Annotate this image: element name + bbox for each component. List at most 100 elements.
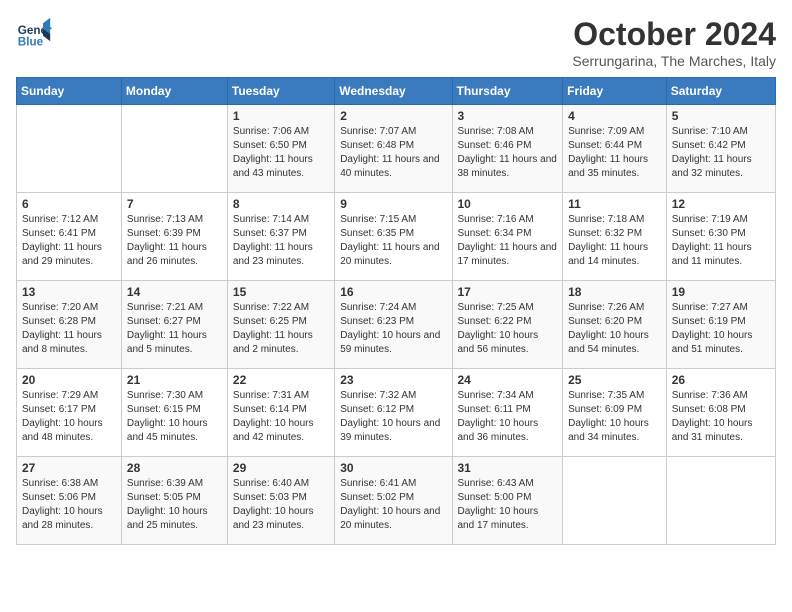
day-number: 3 (458, 109, 558, 123)
day-info: Sunrise: 7:13 AM Sunset: 6:39 PM Dayligh… (127, 213, 222, 269)
day-info: Sunrise: 7:25 AM Sunset: 6:22 PM Dayligh… (458, 301, 558, 357)
day-info: Sunrise: 7:06 AM Sunset: 6:50 PM Dayligh… (233, 125, 329, 181)
day-info: Sunrise: 6:40 AM Sunset: 5:03 PM Dayligh… (233, 477, 329, 533)
calendar-cell: 6Sunrise: 7:12 AM Sunset: 6:41 PM Daylig… (17, 193, 122, 281)
weekday-header-monday: Monday (121, 78, 227, 105)
page-header: General Blue October 2024 Serrungarina, … (16, 16, 776, 69)
day-number: 1 (233, 109, 329, 123)
day-number: 23 (340, 373, 446, 387)
calendar-cell: 17 Sunrise: 7:25 AM Sunset: 6:22 PM Dayli… (452, 281, 563, 369)
day-number: 9 (340, 197, 446, 211)
day-number: 21 (127, 373, 222, 387)
day-info: Sunrise: 7:27 AM Sunset: 6:19 PM Dayligh… (672, 301, 770, 357)
day-info: Sunrise: 6:43 AM Sunset: 5:00 PM Dayligh… (458, 477, 558, 533)
calendar-cell (563, 457, 667, 545)
day-info: Sunrise: 7:24 AM Sunset: 6:23 PM Dayligh… (340, 301, 446, 357)
day-number: 29 (233, 461, 329, 475)
day-info: Sunrise: 7:09 AM Sunset: 6:44 PM Dayligh… (568, 125, 661, 181)
day-number: 31 (458, 461, 558, 475)
day-info: Sunrise: 7:29 AM Sunset: 6:17 PM Dayligh… (22, 389, 116, 445)
calendar-week-row: 20Sunrise: 7:29 AM Sunset: 6:17 PM Dayli… (17, 369, 776, 457)
day-info: Sunrise: 7:08 AM Sunset: 6:46 PM Dayligh… (458, 125, 558, 181)
day-number: 10 (458, 197, 558, 211)
day-number: 15 (233, 285, 329, 299)
calendar-cell: 10 Sunrise: 7:16 AM Sunset: 6:34 PM Dayli… (452, 193, 563, 281)
day-info: Sunrise: 7:18 AM Sunset: 6:32 PM Dayligh… (568, 213, 661, 269)
calendar-cell: 25 Sunrise: 7:35 AM Sunset: 6:09 PM Dayli… (563, 369, 667, 457)
day-info: Sunrise: 7:26 AM Sunset: 6:20 PM Dayligh… (568, 301, 661, 357)
day-number: 14 (127, 285, 222, 299)
weekday-header-tuesday: Tuesday (227, 78, 334, 105)
day-info: Sunrise: 7:35 AM Sunset: 6:09 PM Dayligh… (568, 389, 661, 445)
day-info: Sunrise: 7:31 AM Sunset: 6:14 PM Dayligh… (233, 389, 329, 445)
day-number: 26 (672, 373, 770, 387)
day-number: 11 (568, 197, 661, 211)
location-subtitle: Serrungarina, The Marches, Italy (572, 53, 776, 69)
calendar-cell: 27 Sunrise: 6:38 AM Sunset: 5:06 PM Dayli… (17, 457, 122, 545)
day-number: 28 (127, 461, 222, 475)
calendar-cell: 15Sunrise: 7:22 AM Sunset: 6:25 PM Dayli… (227, 281, 334, 369)
calendar-cell: 21 Sunrise: 7:30 AM Sunset: 6:15 PM Dayli… (121, 369, 227, 457)
calendar-cell: 4 Sunrise: 7:09 AM Sunset: 6:44 PM Daylig… (563, 105, 667, 193)
calendar-cell: 18 Sunrise: 7:26 AM Sunset: 6:20 PM Dayli… (563, 281, 667, 369)
day-info: Sunrise: 7:10 AM Sunset: 6:42 PM Dayligh… (672, 125, 770, 181)
day-number: 19 (672, 285, 770, 299)
day-number: 5 (672, 109, 770, 123)
day-info: Sunrise: 7:14 AM Sunset: 6:37 PM Dayligh… (233, 213, 329, 269)
day-info: Sunrise: 6:38 AM Sunset: 5:06 PM Dayligh… (22, 477, 116, 533)
weekday-header-thursday: Thursday (452, 78, 563, 105)
calendar-cell: 30 Sunrise: 6:41 AM Sunset: 5:02 PM Dayli… (335, 457, 452, 545)
calendar-week-row: 6Sunrise: 7:12 AM Sunset: 6:41 PM Daylig… (17, 193, 776, 281)
day-number: 13 (22, 285, 116, 299)
calendar-cell: 2Sunrise: 7:07 AM Sunset: 6:48 PM Daylig… (335, 105, 452, 193)
title-block: October 2024 Serrungarina, The Marches, … (572, 16, 776, 69)
day-number: 17 (458, 285, 558, 299)
day-info: Sunrise: 7:32 AM Sunset: 6:12 PM Dayligh… (340, 389, 446, 445)
day-info: Sunrise: 7:15 AM Sunset: 6:35 PM Dayligh… (340, 213, 446, 269)
calendar-cell: 29 Sunrise: 6:40 AM Sunset: 5:03 PM Dayli… (227, 457, 334, 545)
day-number: 12 (672, 197, 770, 211)
calendar-cell (17, 105, 122, 193)
weekday-header-wednesday: Wednesday (335, 78, 452, 105)
calendar-cell: 8 Sunrise: 7:14 AM Sunset: 6:37 PM Daylig… (227, 193, 334, 281)
calendar-week-row: 1 Sunrise: 7:06 AM Sunset: 6:50 PM Daylig… (17, 105, 776, 193)
calendar-cell (666, 457, 775, 545)
calendar-cell: 24Sunrise: 7:34 AM Sunset: 6:11 PM Dayli… (452, 369, 563, 457)
day-number: 4 (568, 109, 661, 123)
day-number: 8 (233, 197, 329, 211)
day-number: 2 (340, 109, 446, 123)
calendar-cell: 19 Sunrise: 7:27 AM Sunset: 6:19 PM Dayli… (666, 281, 775, 369)
calendar-cell: 20Sunrise: 7:29 AM Sunset: 6:17 PM Dayli… (17, 369, 122, 457)
weekday-header-sunday: Sunday (17, 78, 122, 105)
day-number: 22 (233, 373, 329, 387)
weekday-header-friday: Friday (563, 78, 667, 105)
day-info: Sunrise: 7:36 AM Sunset: 6:08 PM Dayligh… (672, 389, 770, 445)
day-number: 18 (568, 285, 661, 299)
day-info: Sunrise: 7:30 AM Sunset: 6:15 PM Dayligh… (127, 389, 222, 445)
day-info: Sunrise: 6:39 AM Sunset: 5:05 PM Dayligh… (127, 477, 222, 533)
calendar-cell: 26 Sunrise: 7:36 AM Sunset: 6:08 PM Dayli… (666, 369, 775, 457)
calendar-cell: 5 Sunrise: 7:10 AM Sunset: 6:42 PM Daylig… (666, 105, 775, 193)
day-info: Sunrise: 7:16 AM Sunset: 6:34 PM Dayligh… (458, 213, 558, 269)
month-title: October 2024 (572, 16, 776, 53)
day-number: 6 (22, 197, 116, 211)
calendar-cell: 12 Sunrise: 7:19 AM Sunset: 6:30 PM Dayli… (666, 193, 775, 281)
day-info: Sunrise: 7:19 AM Sunset: 6:30 PM Dayligh… (672, 213, 770, 269)
calendar-cell: 3 Sunrise: 7:08 AM Sunset: 6:46 PM Daylig… (452, 105, 563, 193)
calendar-cell: 31 Sunrise: 6:43 AM Sunset: 5:00 PM Dayli… (452, 457, 563, 545)
calendar-cell: 28 Sunrise: 6:39 AM Sunset: 5:05 PM Dayli… (121, 457, 227, 545)
day-info: Sunrise: 6:41 AM Sunset: 5:02 PM Dayligh… (340, 477, 446, 533)
logo: General Blue (16, 16, 56, 52)
day-number: 24 (458, 373, 558, 387)
svg-text:Blue: Blue (18, 36, 44, 49)
calendar-cell (121, 105, 227, 193)
day-number: 25 (568, 373, 661, 387)
calendar-header-row: SundayMondayTuesdayWednesdayThursdayFrid… (17, 78, 776, 105)
weekday-header-saturday: Saturday (666, 78, 775, 105)
calendar-cell: 7Sunrise: 7:13 AM Sunset: 6:39 PM Daylig… (121, 193, 227, 281)
calendar-cell: 9 Sunrise: 7:15 AM Sunset: 6:35 PM Daylig… (335, 193, 452, 281)
calendar-cell: 1 Sunrise: 7:06 AM Sunset: 6:50 PM Daylig… (227, 105, 334, 193)
day-number: 30 (340, 461, 446, 475)
day-number: 27 (22, 461, 116, 475)
day-number: 16 (340, 285, 446, 299)
